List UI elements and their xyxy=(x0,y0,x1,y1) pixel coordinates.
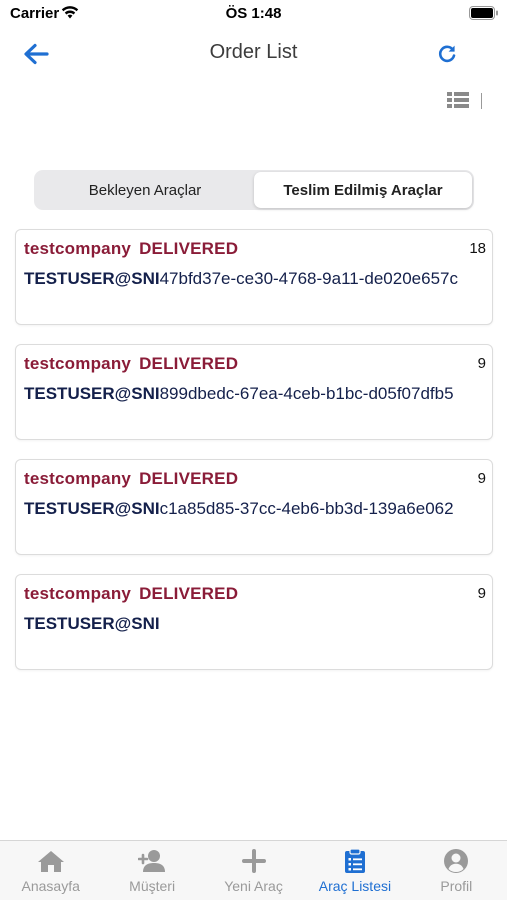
tab-new-vehicle[interactable]: Yeni Araç xyxy=(203,841,304,900)
refresh-icon xyxy=(438,45,456,63)
order-card[interactable]: testcompany DELIVERED 18 TESTUSER@SNI47bf… xyxy=(15,229,493,325)
list-icon xyxy=(447,92,469,108)
company-name: testcompany xyxy=(24,584,132,603)
tab-customer[interactable]: Müşteri xyxy=(101,841,202,900)
user-name: TESTUSER@SNI xyxy=(24,269,160,288)
order-count: 9 xyxy=(477,355,486,372)
company-name: testcompany xyxy=(24,239,132,258)
status-label: DELIVERED xyxy=(139,239,239,258)
tab-label: Anasayfa xyxy=(21,878,80,894)
tab-label: Yeni Araç xyxy=(224,878,283,894)
status-label: DELIVERED xyxy=(139,354,239,373)
order-count: 9 xyxy=(477,470,486,487)
clipboard-list-icon xyxy=(344,848,365,873)
view-divider xyxy=(480,93,482,109)
tab-home[interactable]: Anasayfa xyxy=(0,841,101,900)
order-id: 47bfd37e-ce30-4768-9a11-de020e657c xyxy=(159,269,458,288)
tab-label: Müşteri xyxy=(129,878,176,894)
status-time: ÖS 1:48 xyxy=(225,5,282,22)
tab-bar: Anasayfa Müşteri Yeni Araç Araç Listesi … xyxy=(0,840,507,900)
order-count: 18 xyxy=(469,240,486,257)
order-card[interactable]: testcompany DELIVERED 9 TESTUSER@SNIc1a85… xyxy=(15,459,493,555)
order-count: 9 xyxy=(477,585,486,602)
status-bar: Carrier ÖS 1:48 xyxy=(0,0,507,28)
order-header: testcompany DELIVERED xyxy=(24,469,238,489)
segment-pending[interactable]: Bekleyen Araçlar xyxy=(36,172,254,208)
tab-label: Araç Listesi xyxy=(318,878,392,894)
order-detail: TESTUSER@SNI899dbedc-67ea-4ceb-b1bc-d05f… xyxy=(24,384,454,404)
order-card[interactable]: testcompany DELIVERED 9 TESTUSER@SNI899db… xyxy=(15,344,493,440)
order-card[interactable]: testcompany DELIVERED 9 TESTUSER@SNI xyxy=(15,574,493,670)
order-header: testcompany DELIVERED xyxy=(24,239,238,259)
user-name: TESTUSER@SNI xyxy=(24,499,160,518)
status-label: DELIVERED xyxy=(139,584,239,603)
list-view-toggle[interactable] xyxy=(447,91,471,111)
order-detail: TESTUSER@SNIc1a85d85-37cc-4eb6-bb3d-139a… xyxy=(24,499,454,519)
user-name: TESTUSER@SNI xyxy=(24,384,160,403)
segment-delivered[interactable]: Teslim Edilmiş Araçlar xyxy=(254,172,472,208)
plus-icon xyxy=(241,849,266,873)
order-detail: TESTUSER@SNI47bfd37e-ce30-4768-9a11-de02… xyxy=(24,269,458,289)
segmented-control: Bekleyen Araçlar Teslim Edilmiş Araçlar xyxy=(34,170,474,210)
add-user-icon xyxy=(138,850,166,872)
tab-vehicle-list[interactable]: Araç Listesi xyxy=(304,841,405,900)
order-header: testcompany DELIVERED xyxy=(24,584,238,604)
page-title: Order List xyxy=(209,41,298,63)
battery-icon xyxy=(469,6,498,20)
order-id: 899dbedc-67ea-4ceb-b1bc-d05f07dfb5 xyxy=(159,384,454,403)
refresh-button[interactable] xyxy=(433,41,461,67)
tab-profile[interactable]: Profil xyxy=(406,841,507,900)
company-name: testcompany xyxy=(24,469,132,488)
order-list: testcompany DELIVERED 18 TESTUSER@SNI47bf… xyxy=(15,229,493,689)
user-name: TESTUSER@SNI xyxy=(24,614,160,633)
order-id: c1a85d85-37cc-4eb6-bb3d-139a6e062 xyxy=(159,499,454,518)
order-detail: TESTUSER@SNI xyxy=(24,614,160,634)
nav-header: Order List xyxy=(0,30,507,76)
profile-icon xyxy=(444,849,469,873)
tab-label: Profil xyxy=(440,878,473,894)
order-header: testcompany DELIVERED xyxy=(24,354,238,374)
status-label: DELIVERED xyxy=(139,469,239,488)
company-name: testcompany xyxy=(24,354,132,373)
home-icon xyxy=(37,851,64,872)
